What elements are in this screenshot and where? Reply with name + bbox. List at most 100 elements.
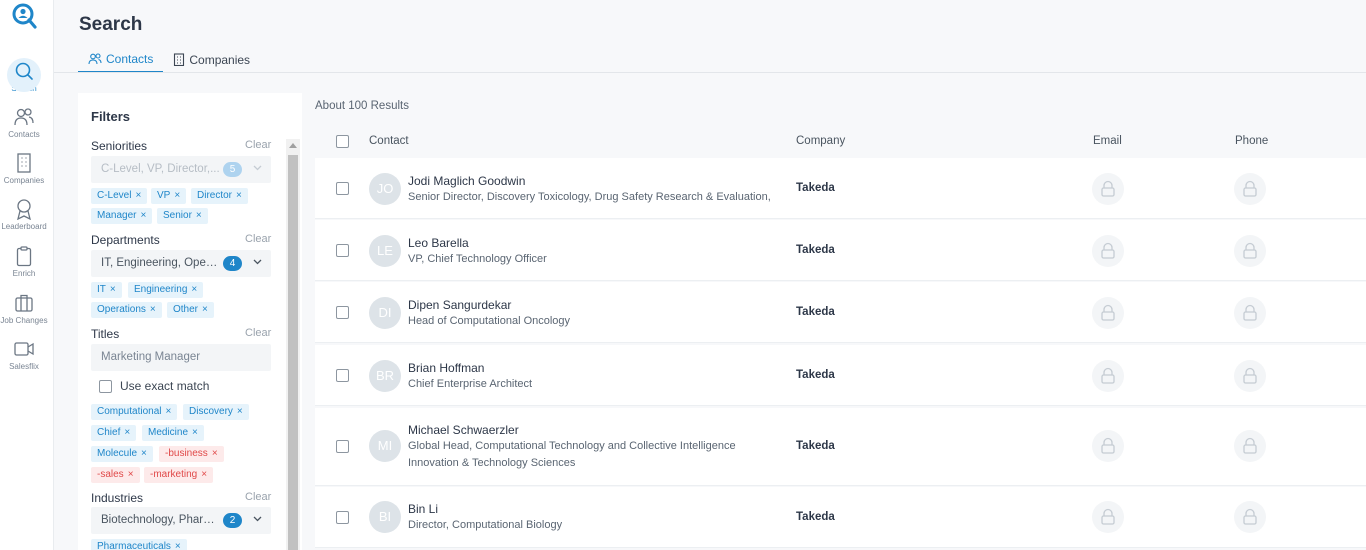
company-name[interactable]: Takeda [796, 244, 835, 256]
title-chip-chief[interactable]: Chief × [91, 425, 137, 441]
titles-clear-button[interactable]: Clear [245, 327, 271, 339]
column-header-email[interactable]: Email [1093, 135, 1122, 147]
close-icon[interactable]: × [135, 190, 141, 201]
close-icon[interactable]: × [175, 541, 181, 550]
row-checkbox[interactable] [336, 306, 349, 319]
column-header-contact[interactable]: Contact [369, 135, 409, 147]
column-header-phone[interactable]: Phone [1235, 135, 1268, 147]
title-chip-discovery[interactable]: Discovery × [183, 404, 249, 420]
table-row[interactable]: LE Leo Barella VP, Chief Technology Offi… [315, 220, 1366, 281]
unlock-phone-button[interactable] [1234, 360, 1266, 392]
contact-name[interactable]: Leo Barella [408, 236, 469, 250]
company-name[interactable]: Takeda [796, 182, 835, 194]
close-icon[interactable]: × [191, 284, 197, 295]
unlock-phone-button[interactable] [1234, 430, 1266, 462]
unlock-email-button[interactable] [1092, 360, 1124, 392]
company-name[interactable]: Takeda [796, 369, 835, 381]
seniority-chip-senior[interactable]: Senior × [157, 208, 208, 224]
close-icon[interactable]: × [128, 469, 134, 480]
industry-chip-pharmaceuticals[interactable]: Pharmaceuticals × [91, 539, 187, 550]
column-header-company[interactable]: Company [796, 135, 845, 147]
nav-item-enrich[interactable]: Enrich [0, 245, 48, 285]
filters-scrollbar[interactable] [286, 139, 300, 550]
company-name[interactable]: Takeda [796, 511, 835, 523]
industries-clear-button[interactable]: Clear [245, 491, 271, 503]
seniority-chip-vp[interactable]: VP × [151, 188, 187, 204]
title-chip-molecule[interactable]: Molecule × [91, 446, 153, 462]
close-icon[interactable]: × [174, 190, 180, 201]
contact-name[interactable]: Bin Li [408, 502, 438, 516]
close-icon[interactable]: × [110, 284, 116, 295]
close-icon[interactable]: × [124, 427, 130, 438]
unlock-email-button[interactable] [1092, 173, 1124, 205]
title-chip-exclude-sales[interactable]: -sales × [91, 467, 140, 483]
nav-item-companies[interactable]: Companies [0, 152, 48, 192]
unlock-email-button[interactable] [1092, 501, 1124, 533]
departments-clear-button[interactable]: Clear [245, 233, 271, 245]
scroll-up-arrow-icon[interactable] [289, 143, 297, 148]
nav-item-leaderboard[interactable]: Leaderboard [0, 198, 48, 238]
contact-name[interactable]: Michael Schwaerzler [408, 423, 519, 437]
tab-companies[interactable]: Companies [163, 46, 260, 73]
department-chip-other[interactable]: Other × [167, 302, 214, 318]
unlock-phone-button[interactable] [1234, 235, 1266, 267]
unlock-email-button[interactable] [1092, 430, 1124, 462]
close-icon[interactable]: × [196, 210, 202, 221]
seniority-chip-manager[interactable]: Manager × [91, 208, 153, 224]
table-row[interactable]: DI Dipen Sangurdekar Head of Computation… [315, 282, 1366, 343]
close-icon[interactable]: × [237, 406, 243, 417]
row-checkbox[interactable] [336, 369, 349, 382]
title-chip-exclude-business[interactable]: -business × [159, 446, 224, 462]
unlock-phone-button[interactable] [1234, 501, 1266, 533]
department-chip-it[interactable]: IT × [91, 282, 122, 298]
title-chip-medicine[interactable]: Medicine × [142, 425, 204, 441]
table-row[interactable]: BI Bin Li Director, Computational Biolog… [315, 487, 1366, 548]
department-chip-operations[interactable]: Operations × [91, 302, 162, 318]
close-icon[interactable]: × [192, 427, 198, 438]
tab-contacts[interactable]: Contacts [78, 46, 164, 73]
close-icon[interactable]: × [201, 469, 207, 480]
close-icon[interactable]: × [150, 304, 156, 315]
unlock-email-button[interactable] [1092, 297, 1124, 329]
close-icon[interactable]: × [165, 406, 171, 417]
exact-match-checkbox[interactable]: Use exact match [99, 379, 209, 393]
select-all-checkbox[interactable] [336, 135, 349, 148]
unlock-phone-button[interactable] [1234, 297, 1266, 329]
table-row[interactable]: MI Michael Schwaerzler Global Head, Comp… [315, 408, 1366, 486]
title-chip-computational[interactable]: Computational × [91, 404, 178, 420]
app-logo-icon[interactable] [12, 3, 38, 31]
industries-select[interactable]: Biotechnology, Pharm... 2 [91, 507, 271, 534]
contact-name[interactable]: Dipen Sangurdekar [408, 298, 511, 312]
table-row[interactable]: BR Brian Hoffman Chief Enterprise Archit… [315, 345, 1366, 406]
titles-input[interactable]: Marketing Manager [91, 344, 271, 371]
scrollbar-thumb[interactable] [288, 155, 298, 550]
contact-name[interactable]: Jodi Maglich Goodwin [408, 174, 525, 188]
contact-name[interactable]: Brian Hoffman [408, 361, 484, 375]
row-checkbox[interactable] [336, 440, 349, 453]
checkbox[interactable] [99, 379, 112, 393]
row-checkbox[interactable] [336, 244, 349, 257]
title-chip-exclude-marketing[interactable]: -marketing × [144, 467, 214, 483]
nav-item-job-changes[interactable]: Job Changes [0, 292, 48, 332]
nav-item-contacts[interactable]: Contacts [0, 106, 48, 146]
seniorities-clear-button[interactable]: Clear [245, 139, 271, 151]
nav-item-search[interactable]: Search [0, 58, 48, 100]
close-icon[interactable]: × [141, 448, 147, 459]
company-name[interactable]: Takeda [796, 440, 835, 452]
seniorities-select[interactable]: C-Level, VP, Director,... 5 [91, 156, 271, 183]
department-chip-engineering[interactable]: Engineering × [128, 282, 204, 298]
close-icon[interactable]: × [212, 448, 218, 459]
company-name[interactable]: Takeda [796, 306, 835, 318]
departments-select[interactable]: IT, Engineering, Opera... 4 [91, 250, 271, 277]
unlock-phone-button[interactable] [1234, 173, 1266, 205]
close-icon[interactable]: × [202, 304, 208, 315]
row-checkbox[interactable] [336, 182, 349, 195]
seniority-chip-director[interactable]: Director × [191, 188, 248, 204]
table-row[interactable]: JO Jodi Maglich Goodwin Senior Director,… [315, 158, 1366, 219]
close-icon[interactable]: × [140, 210, 146, 221]
row-checkbox[interactable] [336, 511, 349, 524]
seniority-chip-c-level[interactable]: C-Level × [91, 188, 148, 204]
unlock-email-button[interactable] [1092, 235, 1124, 267]
close-icon[interactable]: × [236, 190, 242, 201]
nav-item-salesflix[interactable]: Salesflix [0, 338, 48, 378]
